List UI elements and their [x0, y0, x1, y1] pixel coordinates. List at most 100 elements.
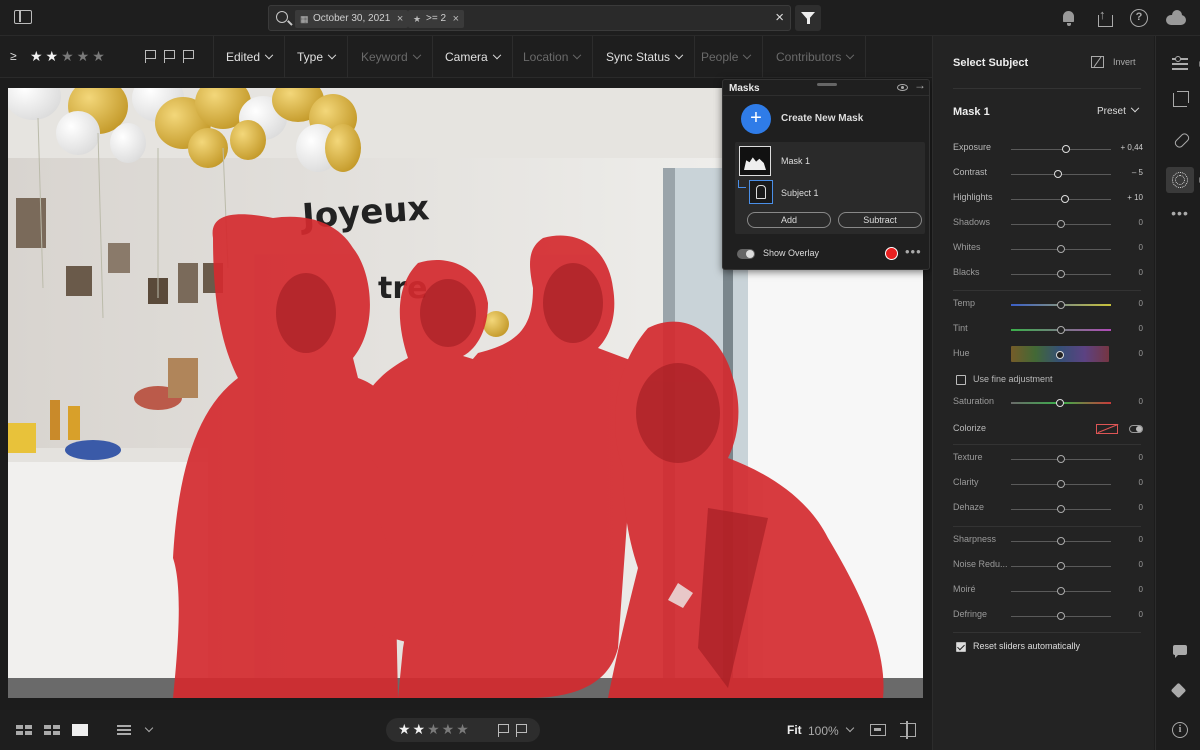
comment-icon[interactable] — [1170, 642, 1190, 662]
help-icon[interactable]: ? — [1130, 9, 1148, 27]
shadows-value: 0 — [1138, 218, 1143, 227]
temp-knob[interactable] — [1057, 301, 1065, 309]
mask-thumbnail[interactable] — [739, 146, 771, 176]
stars-unselected[interactable]: ★★★ — [61, 48, 108, 64]
whites-knob[interactable] — [1057, 245, 1065, 253]
highlights-knob[interactable] — [1061, 195, 1069, 203]
stars-unselected[interactable]: ★★★ — [427, 721, 471, 737]
stars-selected[interactable]: ★★ — [30, 48, 61, 64]
star-rating[interactable]: ★★★★★ — [398, 721, 471, 738]
chevron-down-icon[interactable] — [845, 723, 855, 733]
info-icon[interactable]: i — [1172, 722, 1188, 738]
overlay-color-swatch[interactable] — [885, 247, 898, 260]
defringe-knob[interactable] — [1057, 612, 1065, 620]
clear-search-icon[interactable]: × — [775, 9, 784, 26]
add-mask-button[interactable]: Add — [747, 212, 831, 228]
subtract-mask-button[interactable]: Subtract — [838, 212, 922, 228]
filter-sync-status[interactable]: Sync Status — [594, 36, 696, 78]
colorize-toggle[interactable] — [1129, 425, 1143, 433]
photo-grid-view-icon[interactable] — [44, 725, 60, 736]
overlay-row: Show Overlay ••• — [737, 244, 927, 262]
colorize-swatch[interactable] — [1096, 424, 1118, 434]
blacks-knob[interactable] — [1057, 270, 1065, 278]
crop-icon[interactable] — [1170, 90, 1190, 110]
filter-camera-label: Camera — [445, 50, 488, 64]
tint-knob[interactable] — [1057, 326, 1065, 334]
rating-operator[interactable]: ≥ — [10, 49, 17, 63]
sharpness-knob[interactable] — [1057, 537, 1065, 545]
flag-unflagged-icon[interactable] — [164, 50, 176, 63]
more-icon[interactable]: ••• — [1170, 206, 1190, 228]
sidebar-toggle-icon[interactable] — [14, 10, 32, 24]
fine-adjust-checkbox[interactable] — [956, 375, 966, 385]
shadows-knob[interactable] — [1057, 220, 1065, 228]
fit-zoom-button[interactable]: Fit — [787, 723, 802, 737]
chevron-down-icon — [492, 50, 501, 60]
moir-label: Moiré — [953, 584, 976, 594]
masking-icon[interactable] — [1166, 167, 1194, 193]
texture-knob[interactable] — [1057, 455, 1065, 463]
healing-icon[interactable] — [1170, 130, 1190, 150]
flag-picked-icon[interactable] — [145, 50, 157, 63]
exposure-slider[interactable] — [1011, 149, 1111, 150]
overlay-toggle[interactable] — [737, 249, 755, 259]
whites-value: 0 — [1138, 243, 1143, 252]
preset-dropdown[interactable]: Preset — [1097, 103, 1140, 117]
clarity-knob[interactable] — [1057, 480, 1065, 488]
moir-knob[interactable] — [1057, 587, 1065, 595]
flag-rejected-icon[interactable] — [516, 724, 528, 737]
reset-sliders-checkbox[interactable] — [956, 642, 966, 652]
filter-button[interactable] — [795, 5, 821, 31]
filter-type[interactable]: Type — [285, 36, 349, 78]
filter-camera[interactable]: Camera — [433, 36, 513, 78]
sort-icon[interactable] — [117, 725, 131, 735]
hue-knob[interactable] — [1056, 351, 1064, 359]
detail-view-icon[interactable] — [72, 724, 88, 736]
collapse-arrow-icon[interactable]: → — [914, 78, 926, 92]
noise-redu-knob[interactable] — [1057, 562, 1065, 570]
date-filter-chip[interactable]: ▦ October 30, 2021 × — [295, 10, 409, 28]
filter-edited[interactable]: Edited — [213, 36, 286, 78]
filter-contributors[interactable]: Contributors — [764, 36, 867, 78]
filter-people[interactable]: People — [689, 36, 764, 78]
eye-icon[interactable] — [897, 84, 908, 91]
rating-filter-chip[interactable]: ★ >= 2 × — [408, 10, 465, 28]
star-rating-filter[interactable]: ★★★★★ — [30, 48, 108, 65]
close-icon[interactable]: × — [453, 10, 459, 28]
create-mask-button[interactable]: + — [741, 104, 771, 134]
cloud-icon[interactable] — [1166, 9, 1186, 27]
square-grid-view-icon[interactable] — [16, 725, 32, 736]
dehaze-knob[interactable] — [1057, 505, 1065, 513]
invert-button[interactable]: Invert — [1113, 57, 1136, 67]
flag-rejected-icon[interactable] — [183, 50, 195, 63]
hue-label: Hue — [953, 348, 970, 358]
saturation-knob[interactable] — [1056, 399, 1064, 407]
search-filter-bar[interactable]: ▦ October 30, 2021 × ★ >= 2 × × — [268, 5, 791, 31]
contrast-knob[interactable] — [1054, 170, 1062, 178]
search-icon[interactable] — [276, 11, 288, 23]
exposure-knob[interactable] — [1062, 145, 1070, 153]
before-after-icon[interactable] — [900, 721, 916, 739]
panel-drag-handle[interactable] — [817, 83, 837, 86]
close-icon[interactable]: × — [397, 10, 403, 28]
filter-location[interactable]: Location — [511, 36, 594, 78]
zoom-level[interactable]: 100% — [808, 724, 839, 738]
invert-icon[interactable] — [1091, 56, 1104, 68]
chevron-down-icon — [573, 50, 582, 60]
flag-picked-icon[interactable] — [498, 724, 510, 737]
chevron-down-icon[interactable] — [144, 723, 154, 733]
compare-view-icon[interactable] — [870, 724, 886, 736]
more-options-icon[interactable]: ••• — [905, 244, 922, 259]
filter-keyword[interactable]: Keyword — [349, 36, 433, 78]
component-name[interactable]: Subject 1 — [781, 188, 819, 198]
create-mask-label[interactable]: Create New Mask — [781, 113, 863, 124]
tag-icon[interactable] — [1170, 681, 1190, 701]
masks-panel-title: Masks — [729, 83, 760, 94]
share-icon[interactable] — [1096, 6, 1114, 27]
mask-name[interactable]: Mask 1 — [781, 156, 810, 166]
texture-label: Texture — [953, 452, 983, 462]
stars-selected[interactable]: ★★ — [398, 721, 427, 737]
subject-person-icon[interactable] — [749, 180, 773, 204]
bell-icon[interactable] — [1060, 9, 1078, 27]
edit-sliders-icon[interactable] — [1170, 54, 1190, 74]
